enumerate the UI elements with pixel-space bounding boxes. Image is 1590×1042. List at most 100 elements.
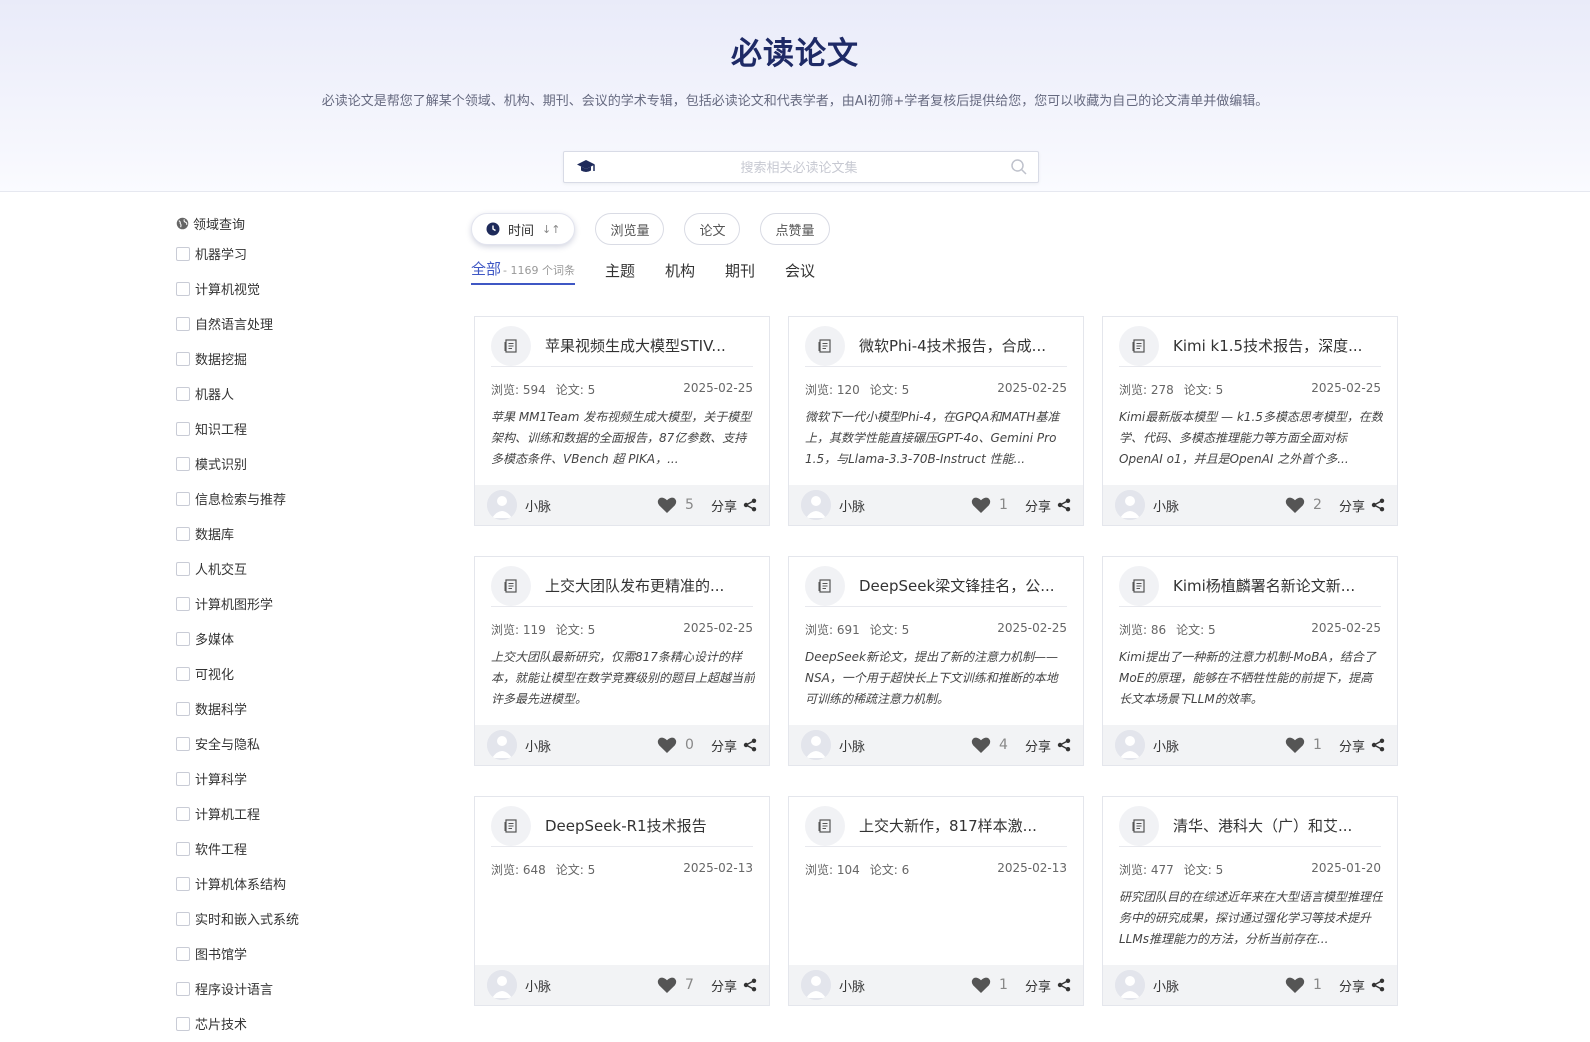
domain-item[interactable]: 模式识别 (176, 446, 436, 481)
share-button[interactable]: 分享 (711, 736, 757, 755)
domain-checkbox[interactable] (176, 631, 190, 646)
avatar[interactable] (1115, 490, 1145, 520)
sort-views-button[interactable]: 浏览量 (595, 213, 665, 245)
domain-item[interactable]: 计算机工程 (176, 796, 436, 831)
like-button[interactable]: 1 (971, 976, 1009, 994)
domain-item[interactable]: 计算机图形学 (176, 586, 436, 621)
sort-time-button[interactable]: 时间 ↓↑ (471, 213, 576, 245)
domain-checkbox[interactable] (176, 491, 190, 506)
domain-checkbox[interactable] (176, 281, 190, 296)
domain-item[interactable]: 自然语言处理 (176, 306, 436, 341)
domain-checkbox[interactable] (176, 841, 190, 856)
domain-checkbox[interactable] (176, 876, 190, 891)
search-icon[interactable] (1010, 158, 1028, 180)
domain-item[interactable]: 程序设计语言 (176, 971, 436, 1006)
domain-item[interactable]: 图书馆学 (176, 936, 436, 971)
share-button[interactable]: 分享 (1339, 496, 1385, 515)
domain-checkbox[interactable] (176, 701, 190, 716)
author-name[interactable]: 小脉 (839, 496, 865, 515)
author-name[interactable]: 小脉 (1153, 496, 1179, 515)
author-name[interactable]: 小脉 (525, 736, 551, 755)
share-button[interactable]: 分享 (1025, 496, 1071, 515)
domain-checkbox[interactable] (176, 246, 190, 261)
avatar[interactable] (1115, 730, 1145, 760)
share-button[interactable]: 分享 (711, 496, 757, 515)
author-name[interactable]: 小脉 (839, 736, 865, 755)
domain-item[interactable]: 数据库 (176, 516, 436, 551)
domain-checkbox[interactable] (176, 666, 190, 681)
search-input[interactable] (604, 156, 994, 180)
like-button[interactable]: 4 (971, 736, 1009, 754)
domain-item[interactable]: 机器学习 (176, 236, 436, 271)
domain-item[interactable]: 芯片技术 (176, 1006, 436, 1041)
share-button[interactable]: 分享 (1025, 736, 1071, 755)
avatar[interactable] (487, 490, 517, 520)
card-title[interactable]: 苹果视频生成大模型STIV... (545, 335, 745, 356)
like-button[interactable]: 1 (1285, 976, 1323, 994)
share-button[interactable]: 分享 (1339, 736, 1385, 755)
domain-checkbox[interactable] (176, 351, 190, 366)
avatar[interactable] (1115, 970, 1145, 1000)
like-button[interactable]: 1 (971, 496, 1009, 514)
domain-checkbox[interactable] (176, 386, 190, 401)
collection-card[interactable]: 微软Phi-4技术报告，合成... 浏览: 120 论文: 5 2025-02-25 微… (788, 316, 1084, 526)
domain-item[interactable]: 机器人 (176, 376, 436, 411)
author-name[interactable]: 小脉 (1153, 736, 1179, 755)
domain-item[interactable]: 信息检索与推荐 (176, 481, 436, 516)
card-title[interactable]: DeepSeek-R1技术报告 (545, 815, 745, 836)
domain-item[interactable]: 多媒体 (176, 621, 436, 656)
avatar[interactable] (801, 490, 831, 520)
domain-item[interactable]: 人机交互 (176, 551, 436, 586)
domain-item[interactable]: 可视化 (176, 656, 436, 691)
card-title[interactable]: DeepSeek梁文锋挂名，公... (859, 575, 1059, 596)
sort-papers-button[interactable]: 论文 (684, 213, 741, 245)
domain-item[interactable]: 计算机体系结构 (176, 866, 436, 901)
domain-item[interactable]: 安全与隐私 (176, 726, 436, 761)
card-title[interactable]: Kimi杨植麟署名新论文新... (1173, 575, 1373, 596)
tab-topic[interactable]: 主题 (605, 260, 635, 285)
avatar[interactable] (801, 970, 831, 1000)
domain-item[interactable]: 计算科学 (176, 761, 436, 796)
collection-card[interactable]: Kimi k1.5技术报告，深度... 浏览: 278 论文: 5 2025-02-2… (1102, 316, 1398, 526)
domain-checkbox[interactable] (176, 561, 190, 576)
domain-checkbox[interactable] (176, 421, 190, 436)
like-button[interactable]: 2 (1285, 496, 1323, 514)
collection-card[interactable]: DeepSeek-R1技术报告 浏览: 648 论文: 5 2025-02-13 小脉 7… (474, 796, 770, 1006)
collection-card[interactable]: 苹果视频生成大模型STIV... 浏览: 594 论文: 5 2025-02-25 苹果… (474, 316, 770, 526)
author-name[interactable]: 小脉 (839, 976, 865, 995)
author-name[interactable]: 小脉 (525, 496, 551, 515)
tab-conference[interactable]: 会议 (785, 260, 815, 285)
domain-checkbox[interactable] (176, 316, 190, 331)
author-name[interactable]: 小脉 (1153, 976, 1179, 995)
domain-item[interactable]: 软件工程 (176, 831, 436, 866)
domain-checkbox[interactable] (176, 946, 190, 961)
card-title[interactable]: 上交大新作，817样本激... (859, 815, 1059, 836)
collection-card[interactable]: DeepSeek梁文锋挂名，公... 浏览: 691 论文: 5 2025-02-25… (788, 556, 1084, 766)
domain-item[interactable]: 计算机视觉 (176, 271, 436, 306)
domain-checkbox[interactable] (176, 456, 190, 471)
domain-item[interactable]: 数据挖掘 (176, 341, 436, 376)
collection-card[interactable]: 清华、港科大（广）和艾... 浏览: 477 论文: 5 2025-01-20 研究团队… (1102, 796, 1398, 1006)
domain-item[interactable]: 实时和嵌入式系统 (176, 901, 436, 936)
domain-checkbox[interactable] (176, 526, 190, 541)
like-button[interactable]: 0 (657, 736, 695, 754)
card-title[interactable]: 微软Phi-4技术报告，合成... (859, 335, 1059, 356)
card-title[interactable]: 清华、港科大（广）和艾... (1173, 815, 1373, 836)
domain-checkbox[interactable] (176, 771, 190, 786)
domain-checkbox[interactable] (176, 1016, 190, 1031)
collection-card[interactable]: 上交大团队发布更精准的... 浏览: 119 论文: 5 2025-02-25 上交大团… (474, 556, 770, 766)
card-title[interactable]: 上交大团队发布更精准的... (545, 575, 745, 596)
sort-likes-button[interactable]: 点赞量 (760, 213, 830, 245)
card-title[interactable]: Kimi k1.5技术报告，深度... (1173, 335, 1373, 356)
domain-checkbox[interactable] (176, 911, 190, 926)
like-button[interactable]: 7 (657, 976, 695, 994)
domain-checkbox[interactable] (176, 736, 190, 751)
tab-journal[interactable]: 期刊 (725, 260, 755, 285)
collection-card[interactable]: Kimi杨植麟署名新论文新... 浏览: 86 论文: 5 2025-02-25 Kim… (1102, 556, 1398, 766)
share-button[interactable]: 分享 (1025, 976, 1071, 995)
share-button[interactable]: 分享 (711, 976, 757, 995)
collection-card[interactable]: 上交大新作，817样本激... 浏览: 104 论文: 6 2025-02-13 小脉 1… (788, 796, 1084, 1006)
avatar[interactable] (487, 970, 517, 1000)
avatar[interactable] (801, 730, 831, 760)
share-button[interactable]: 分享 (1339, 976, 1385, 995)
